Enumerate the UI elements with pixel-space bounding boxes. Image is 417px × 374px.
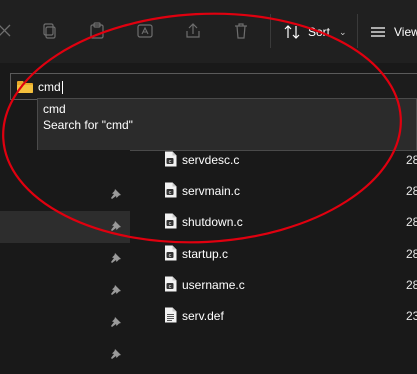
sort-icon (284, 25, 300, 39)
autocomplete-item-search[interactable]: Search for "cmd" (43, 118, 133, 132)
address-bar[interactable]: cmd (10, 73, 417, 100)
file-name: servmain.c (182, 184, 241, 198)
c-source-file-icon: c (165, 245, 177, 261)
view-label: View (394, 25, 417, 39)
svg-text:c: c (169, 284, 172, 290)
rename-icon[interactable] (136, 22, 154, 40)
view-button[interactable]: View (370, 20, 417, 44)
file-name: username.c (182, 278, 245, 292)
pin-icon[interactable] (110, 252, 122, 264)
file-row[interactable]: serv.def 23 (130, 306, 417, 337)
cut-icon[interactable] (0, 22, 14, 40)
toolbar-separator (270, 14, 271, 48)
file-date: 23 (406, 309, 417, 323)
share-icon[interactable] (184, 22, 202, 40)
pin-icon[interactable] (110, 316, 122, 328)
command-bar: Sort ⌄ View (0, 0, 417, 63)
pin-icon[interactable] (110, 220, 122, 232)
c-source-file-icon: c (165, 276, 177, 292)
autocomplete-item-cmd[interactable]: cmd (43, 102, 66, 116)
svg-text:c: c (169, 159, 172, 165)
pin-icon[interactable] (110, 188, 122, 200)
file-row[interactable]: c username.c 28 (130, 275, 417, 306)
svg-text:c: c (169, 190, 172, 196)
toolbar-separator (357, 14, 358, 48)
address-input-value: cmd (38, 80, 61, 94)
quick-access-item-selected[interactable] (0, 211, 130, 243)
c-source-file-icon: c (165, 213, 177, 229)
pin-icon[interactable] (110, 284, 122, 296)
quick-access-item[interactable] (0, 179, 130, 211)
folder-icon (17, 81, 33, 93)
file-name: servdesc.c (182, 153, 240, 167)
quick-access-item[interactable] (0, 275, 130, 307)
quick-access-item[interactable] (0, 307, 130, 339)
navigation-pane (0, 150, 130, 374)
copy-icon[interactable] (40, 22, 58, 40)
file-row[interactable]: c servmain.c 28 (130, 181, 417, 212)
file-name: serv.def (182, 309, 224, 323)
file-date: 28 (406, 184, 417, 198)
file-row[interactable]: c shutdown.c 28 (130, 212, 417, 243)
file-date: 28 (406, 247, 417, 261)
file-row[interactable]: c startup.c 28 (130, 244, 417, 275)
file-name: startup.c (182, 247, 229, 261)
file-name: shutdown.c (182, 215, 243, 229)
pin-icon[interactable] (110, 348, 122, 360)
chevron-down-icon: ⌄ (339, 26, 347, 37)
file-date: 28 (406, 153, 417, 167)
def-file-icon (165, 307, 177, 323)
file-row[interactable]: c servdesc.c 28 (130, 150, 417, 181)
address-input[interactable]: cmd (38, 80, 63, 95)
c-source-file-icon: c (165, 182, 177, 198)
view-icon (371, 27, 385, 37)
file-list: c servdesc.c 28 c servmain.c 28 c shutdo… (130, 150, 417, 374)
svg-text:c: c (169, 221, 172, 227)
paste-icon[interactable] (88, 22, 106, 40)
sort-button[interactable]: Sort ⌄ (284, 20, 347, 44)
file-date: 28 (406, 278, 417, 292)
sort-label: Sort (308, 25, 331, 39)
file-date: 28 (406, 215, 417, 229)
quick-access-item[interactable] (0, 243, 130, 275)
quick-access-item[interactable] (0, 339, 130, 371)
delete-icon[interactable] (232, 22, 250, 40)
autocomplete-dropdown: cmd Search for "cmd" (37, 98, 417, 151)
text-caret (61, 81, 63, 95)
svg-text:c: c (169, 253, 172, 259)
c-source-file-icon: c (165, 151, 177, 167)
